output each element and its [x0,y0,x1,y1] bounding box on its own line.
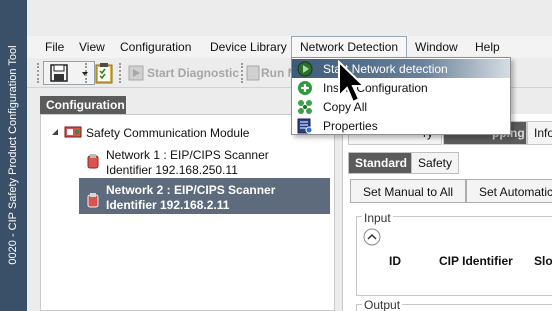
tab-info[interactable]: Info [527,121,552,145]
menu-help[interactable]: Help [475,40,500,54]
column-slot[interactable]: Slo [534,254,552,268]
scanner-device-icon [87,154,99,169]
play-network-icon [297,61,313,77]
safety-module-icon [64,126,82,138]
start-diagnostic-icon [128,65,144,81]
menu-file[interactable]: File [45,40,64,54]
toolbar-grip[interactable] [37,63,40,83]
clipboard-checklist-icon[interactable] [94,62,114,84]
tree-item-network-2-line1[interactable]: Network 2 : EIP/CIPS Scanner [106,183,275,197]
properties-icon [297,118,313,134]
column-id[interactable]: ID [389,254,401,268]
menu-item-copy-all[interactable]: Copy All [292,97,510,116]
side-title-strip: 0020 - CIP Safety Product Configuration … [0,0,27,311]
input-group-label: Input [362,211,393,225]
tab-standard[interactable]: Standard [348,152,415,174]
tree-item-network-1-line2[interactable]: Identifier 192.168.250.11 [106,163,238,177]
run-icon [246,65,260,81]
copy-grid-icon [298,100,312,114]
mouse-pointer-icon [338,60,367,104]
menu-item-start-network-detection[interactable]: Start Network detection [292,59,510,78]
collapse-up-icon[interactable] [363,228,381,246]
toolbar-grip[interactable] [241,63,244,83]
tree-item-safety-module[interactable]: Safety Communication Module [86,126,249,140]
set-manual-to-all-button[interactable]: Set Manual to All [350,179,467,203]
scanner-device-icon [87,193,99,208]
collapse-triangle-icon[interactable] [50,127,60,137]
tree-item-network-2-selected[interactable]: Network 2 : EIP/CIPS Scanner Identifier … [79,178,330,214]
tree-item-network-2-line2[interactable]: Identifier 192.168.2.11 [106,198,229,212]
output-group-label: Output [362,298,403,311]
network-detection-menu: Start Network detection Insert Configura… [291,57,511,135]
configuration-panel-header: Configuration [40,96,126,114]
set-automatic-button[interactable]: Set Automatic [466,179,552,203]
start-diagnostic-button[interactable]: Start Diagnostic [147,66,239,80]
save-icon [50,64,68,82]
tab-safety[interactable]: Safety [411,152,460,174]
menu-window[interactable]: Window [415,40,458,54]
menu-bar: File View Configuration Device Library N… [27,36,552,58]
tree-item-network-1-line1[interactable]: Network 1 : EIP/CIPS Scanner [106,148,269,162]
menu-item-insert-configuration[interactable]: Insert Configuration [292,78,510,97]
toolbar-grip[interactable] [119,63,122,83]
app-title: 0020 - CIP Safety Product Configuration … [7,45,19,265]
menu-network-detection[interactable]: Network Detection [291,36,408,58]
menu-configuration[interactable]: Configuration [120,40,191,54]
plus-circle-icon [298,81,312,95]
menu-view[interactable]: View [79,40,105,54]
menu-device-library[interactable]: Device Library [210,40,287,54]
column-cip-identifier[interactable]: CIP Identifier [439,254,513,268]
toolbar-grip[interactable] [85,63,88,83]
menu-item-properties[interactable]: Properties [292,116,510,135]
